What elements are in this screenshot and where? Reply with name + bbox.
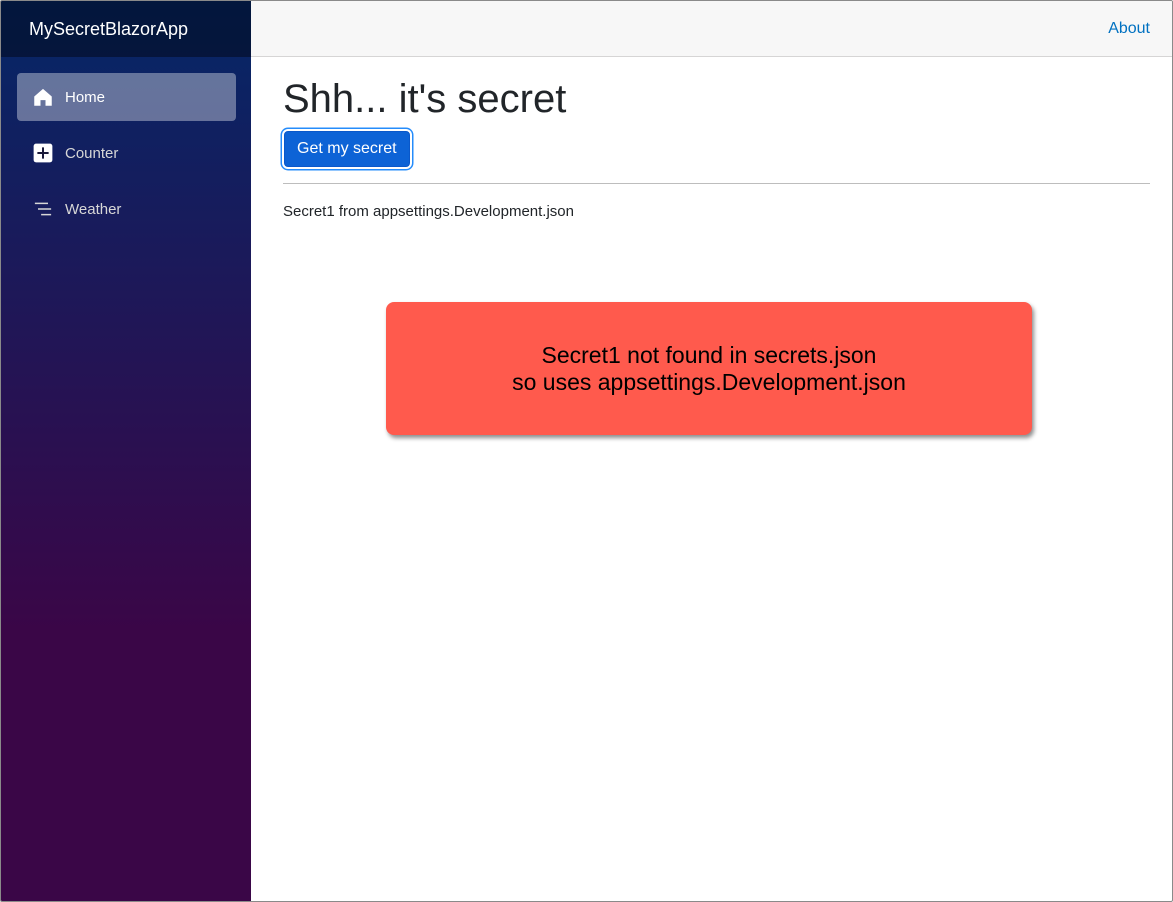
about-link[interactable]: About [1108,20,1150,38]
home-icon [33,87,53,107]
sidebar-nav: Home Counter Weather [1,57,251,233]
sidebar-item-weather[interactable]: Weather [17,185,236,233]
sidebar-item-label: Counter [65,144,119,162]
sidebar-item-label: Home [65,88,106,106]
toast-line-2: so uses appsettings.Development.json [512,368,906,395]
sidebar-item-label: Weather [65,200,122,218]
page-content: Shh... it's secret Get my secret Secret1… [251,57,1172,220]
sidebar: MySecretBlazorApp Home Counter Weather [1,1,251,901]
plus-square-icon [33,143,53,163]
brand-bar: MySecretBlazorApp [1,1,251,57]
app-window: MySecretBlazorApp Home Counter Weather A… [0,0,1173,902]
sidebar-item-home[interactable]: Home [17,73,236,121]
toast-line-1: Secret1 not found in secrets.json [541,341,877,368]
sidebar-item-counter[interactable]: Counter [17,129,236,177]
main-area: About Shh... it's secret Get my secret S… [251,1,1172,901]
get-secret-button[interactable]: Get my secret [284,131,410,167]
secret-value-text: Secret1 from appsettings.Development.jso… [283,203,574,220]
list-nested-icon [33,199,53,219]
divider [283,183,1150,184]
brand-link[interactable]: MySecretBlazorApp [29,19,188,40]
top-row: About [251,1,1172,57]
page-title: Shh... it's secret [283,77,567,121]
info-toast: Secret1 not found in secrets.json so use… [386,302,1032,435]
